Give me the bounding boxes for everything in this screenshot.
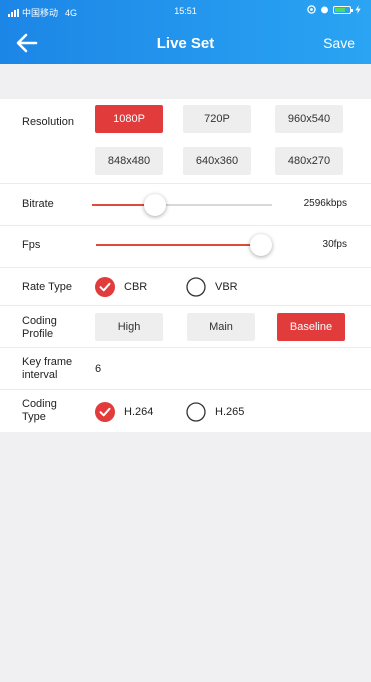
key-frame-label-line1: Key frame	[22, 356, 73, 368]
page-title: Live Set	[156, 35, 215, 52]
bitrate-slider-track[interactable]	[92, 204, 272, 206]
profile-option-high[interactable]: High	[95, 313, 163, 341]
h264-radio-checked-icon[interactable]	[95, 402, 115, 422]
key-frame-value[interactable]: 6	[95, 363, 101, 375]
alarm-icon	[321, 6, 328, 14]
status-right	[307, 5, 361, 14]
cbr-option-label[interactable]: CBR	[124, 281, 147, 293]
resolution-option-480x270[interactable]: 480x270	[275, 147, 343, 175]
rate-type-row: Rate Type CBR VBR	[0, 268, 371, 306]
vbr-option-label[interactable]: VBR	[215, 281, 238, 293]
key-frame-row: Key frame interval 6	[0, 348, 371, 390]
resolution-option-640x360[interactable]: 640x360	[183, 147, 251, 175]
fps-slider-fill	[96, 244, 261, 246]
nav-bar: Live Set Save	[0, 22, 371, 64]
fps-slider-thumb[interactable]	[250, 234, 272, 256]
bitrate-value: 2596kbps	[303, 198, 347, 209]
bitrate-label: Bitrate	[22, 198, 54, 210]
bitrate-slider-thumb[interactable]	[144, 194, 166, 216]
coding-type-label-line1: Coding	[22, 398, 57, 410]
coding-profile-label-line2: Profile	[22, 328, 54, 340]
charging-icon	[355, 5, 361, 14]
save-button[interactable]: Save	[323, 35, 355, 51]
coding-profile-label: Coding Profile	[22, 315, 57, 341]
resolution-option-1080p[interactable]: 1080P	[95, 105, 163, 133]
resolution-option-720p[interactable]: 720P	[183, 105, 251, 133]
vbr-radio-icon[interactable]	[186, 277, 206, 297]
fps-slider-track[interactable]	[96, 244, 261, 246]
coding-type-label-line2: Type	[22, 411, 46, 423]
resolution-option-848x480[interactable]: 848x480	[95, 147, 163, 175]
h264-option-label[interactable]: H.264	[124, 406, 153, 418]
app-header-area: 中国移动 4G 15:51 Live Set Save	[0, 0, 371, 64]
fps-value: 30fps	[322, 239, 347, 250]
fps-label: Fps	[22, 239, 41, 251]
location-icon	[307, 5, 316, 14]
coding-profile-label-line1: Coding	[22, 315, 57, 327]
h265-radio-icon[interactable]	[186, 402, 206, 422]
resolution-option-960x540[interactable]: 960x540	[275, 105, 343, 133]
settings-panel: Resolution 1080P 720P 960x540 848x480 64…	[0, 99, 371, 432]
key-frame-label: Key frame interval	[22, 356, 72, 382]
h265-option-label[interactable]: H.265	[215, 406, 244, 418]
battery-icon	[333, 5, 353, 14]
coding-type-row: Coding Type H.264 H.265	[0, 390, 371, 432]
key-frame-label-line2: interval	[22, 369, 58, 381]
rate-type-label: Rate Type	[22, 281, 72, 293]
profile-option-main[interactable]: Main	[187, 313, 255, 341]
cbr-radio-checked-icon[interactable]	[95, 277, 115, 297]
coding-type-label: Coding Type	[22, 398, 57, 424]
coding-profile-row: Coding Profile High Main Baseline	[0, 306, 371, 348]
resolution-row: Resolution 1080P 720P 960x540 848x480 64…	[0, 99, 371, 184]
fps-row: Fps 30fps	[0, 226, 371, 268]
bitrate-row: Bitrate 2596kbps	[0, 184, 371, 226]
status-bar: 中国移动 4G 15:51	[0, 0, 371, 22]
profile-option-baseline[interactable]: Baseline	[277, 313, 345, 341]
resolution-label: Resolution	[22, 116, 74, 128]
